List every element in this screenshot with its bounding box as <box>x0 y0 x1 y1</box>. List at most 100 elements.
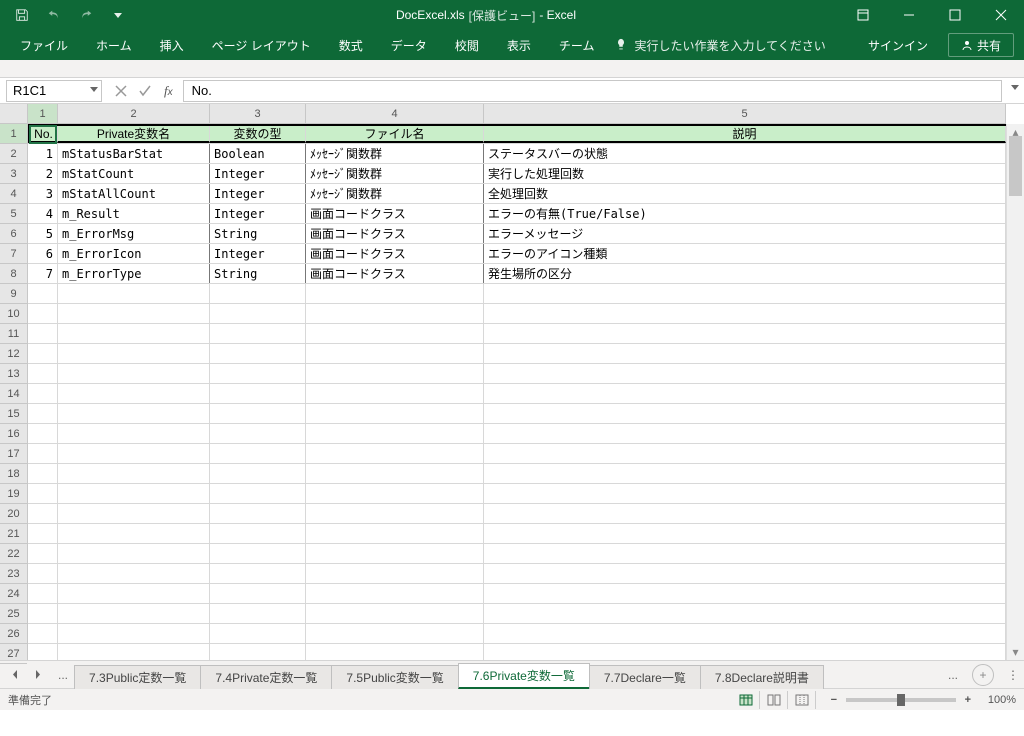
col-header-3[interactable]: 3 <box>210 104 306 123</box>
cell-var-name[interactable]: m_ErrorType <box>58 264 210 283</box>
scroll-thumb[interactable] <box>1009 136 1022 196</box>
cell-desc[interactable]: エラーメッセージ <box>484 224 1006 243</box>
cell-desc[interactable]: エラーのアイコン種類 <box>484 244 1006 263</box>
sheet-tab[interactable]: 7.7Declare一覧 <box>589 665 701 689</box>
row-header-10[interactable]: 10 <box>0 304 27 324</box>
cell-file[interactable]: 画面コードクラス <box>306 204 484 223</box>
cell-var-name[interactable]: m_ErrorMsg <box>58 224 210 243</box>
cell-type[interactable]: Integer <box>210 244 306 263</box>
row-header-22[interactable]: 22 <box>0 544 27 564</box>
sheet-tab[interactable]: 7.5Public変数一覧 <box>331 665 458 689</box>
view-page-layout-button[interactable] <box>762 691 788 709</box>
row-header-16[interactable]: 16 <box>0 424 27 444</box>
sheet-more-left[interactable]: ... <box>52 668 74 682</box>
undo-button[interactable] <box>40 1 68 29</box>
sheet-tab[interactable]: 7.4Private定数一覧 <box>200 665 332 689</box>
cell-desc[interactable]: 全処理回数 <box>484 184 1006 203</box>
cell-var-name[interactable]: m_Result <box>58 204 210 223</box>
row-header-6[interactable]: 6 <box>0 224 27 244</box>
cell-var-name[interactable]: mStatusBarStat <box>58 144 210 163</box>
sheet-nav-prev[interactable] <box>4 665 26 685</box>
cell-no[interactable]: 4 <box>28 204 58 223</box>
select-all-corner[interactable] <box>0 104 28 124</box>
tab-formulas[interactable]: 数式 <box>325 30 377 60</box>
cell-file[interactable]: ﾒｯｾｰｼﾞ関数群 <box>306 164 484 183</box>
row-header-26[interactable]: 26 <box>0 624 27 644</box>
cell-file[interactable]: 画面コードクラス <box>306 264 484 283</box>
cell-no[interactable]: 2 <box>28 164 58 183</box>
row-header-24[interactable]: 24 <box>0 584 27 604</box>
row-header-1[interactable]: 1 <box>0 124 27 144</box>
row-header-18[interactable]: 18 <box>0 464 27 484</box>
row-header-7[interactable]: 7 <box>0 244 27 264</box>
row-header-5[interactable]: 5 <box>0 204 27 224</box>
tab-review[interactable]: 校閲 <box>441 30 493 60</box>
enter-formula-button[interactable] <box>134 80 156 102</box>
col-header-1[interactable]: 1 <box>28 104 58 123</box>
tab-insert[interactable]: 挿入 <box>146 30 198 60</box>
header-desc[interactable]: 説明 <box>484 126 1006 143</box>
row-header-23[interactable]: 23 <box>0 564 27 584</box>
row-header-12[interactable]: 12 <box>0 344 27 364</box>
cancel-formula-button[interactable] <box>110 80 132 102</box>
name-box[interactable]: R1C1 <box>6 80 102 102</box>
maximize-button[interactable] <box>932 0 978 30</box>
row-header-25[interactable]: 25 <box>0 604 27 624</box>
row-header-11[interactable]: 11 <box>0 324 27 344</box>
redo-button[interactable] <box>72 1 100 29</box>
row-header-15[interactable]: 15 <box>0 404 27 424</box>
qat-customize[interactable] <box>104 1 132 29</box>
sign-in-link[interactable]: サインイン <box>858 37 938 54</box>
cell-file[interactable]: ﾒｯｾｰｼﾞ関数群 <box>306 144 484 163</box>
zoom-slider-thumb[interactable] <box>897 694 905 706</box>
zoom-in-button[interactable]: + <box>960 692 976 708</box>
row-header-27[interactable]: 27 <box>0 644 27 664</box>
zoom-out-button[interactable]: − <box>826 692 842 708</box>
tab-team[interactable]: チーム <box>545 30 609 60</box>
cell-no[interactable]: 1 <box>28 144 58 163</box>
formula-expand-icon[interactable] <box>1011 85 1019 90</box>
cell-no[interactable]: 6 <box>28 244 58 263</box>
tab-file[interactable]: ファイル <box>6 30 82 60</box>
row-header-20[interactable]: 20 <box>0 504 27 524</box>
row-header-19[interactable]: 19 <box>0 484 27 504</box>
tell-me-search[interactable]: 実行したい作業を入力してください <box>614 37 825 54</box>
view-page-break-button[interactable] <box>790 691 816 709</box>
sheet-tab[interactable]: 7.8Declare説明書 <box>700 665 824 689</box>
cell-file[interactable]: 画面コードクラス <box>306 244 484 263</box>
cell-var-name[interactable]: mStatAllCount <box>58 184 210 203</box>
vertical-scrollbar[interactable]: ▴ ▾ <box>1006 124 1024 660</box>
header-no[interactable]: No. <box>28 126 58 143</box>
tab-view[interactable]: 表示 <box>493 30 545 60</box>
zoom-slider[interactable] <box>846 698 956 702</box>
cell-type[interactable]: Integer <box>210 184 306 203</box>
cell-desc[interactable]: エラーの有無(True/False) <box>484 204 1006 223</box>
cell-no[interactable]: 5 <box>28 224 58 243</box>
cell-type[interactable]: String <box>210 224 306 243</box>
cell-var-name[interactable]: mStatCount <box>58 164 210 183</box>
tab-home[interactable]: ホーム <box>82 30 146 60</box>
share-button[interactable]: 共有 <box>948 33 1014 57</box>
row-header-14[interactable]: 14 <box>0 384 27 404</box>
save-button[interactable] <box>8 1 36 29</box>
minimize-button[interactable] <box>886 0 932 30</box>
cell-desc[interactable]: 発生場所の区分 <box>484 264 1006 283</box>
cell-no[interactable]: 3 <box>28 184 58 203</box>
row-header-3[interactable]: 3 <box>0 164 27 184</box>
header-file[interactable]: ファイル名 <box>306 126 484 143</box>
cells-area[interactable]: No. Private変数名 変数の型 ファイル名 説明 1mStatusBar… <box>28 124 1006 660</box>
cell-file[interactable]: 画面コードクラス <box>306 224 484 243</box>
row-header-2[interactable]: 2 <box>0 144 27 164</box>
new-sheet-button[interactable]: + <box>972 664 994 686</box>
cell-type[interactable]: Integer <box>210 164 306 183</box>
cell-type[interactable]: String <box>210 264 306 283</box>
cell-desc[interactable]: 実行した処理回数 <box>484 164 1006 183</box>
col-header-2[interactable]: 2 <box>58 104 210 123</box>
cell-type[interactable]: Integer <box>210 204 306 223</box>
row-header-21[interactable]: 21 <box>0 524 27 544</box>
cell-type[interactable]: Boolean <box>210 144 306 163</box>
ribbon-display-options[interactable] <box>840 0 886 30</box>
cell-desc[interactable]: ステータスバーの状態 <box>484 144 1006 163</box>
tab-page-layout[interactable]: ページ レイアウト <box>198 30 325 60</box>
name-box-dropdown-icon[interactable] <box>90 87 98 92</box>
